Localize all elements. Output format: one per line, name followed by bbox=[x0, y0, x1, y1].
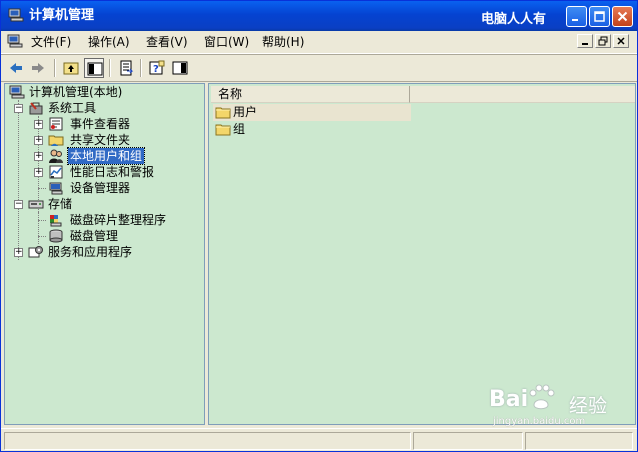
menu-help[interactable]: 帮助(H) bbox=[259, 34, 307, 50]
close-icon bbox=[617, 11, 628, 22]
menu-view[interactable]: 查看(V) bbox=[143, 34, 191, 50]
status-panel-2 bbox=[413, 432, 523, 450]
menu-window[interactable]: 窗口(W) bbox=[201, 34, 252, 50]
performance-icon bbox=[49, 165, 63, 179]
event-viewer-icon bbox=[49, 117, 63, 131]
column-header-name[interactable]: 名称 bbox=[211, 86, 410, 103]
menu-bar: 文件(F) 操作(A) 查看(V) 窗口(W) 帮助(H) bbox=[1, 31, 637, 54]
expand-toggle[interactable]: + bbox=[34, 168, 43, 177]
toolbar-separator bbox=[109, 59, 111, 77]
baidu-watermark: Bai 经验 jingyan.baidu.com bbox=[489, 383, 629, 429]
maximize-icon bbox=[594, 11, 605, 22]
column-header-empty bbox=[410, 86, 635, 103]
toolbar-separator bbox=[54, 59, 56, 77]
svg-text:?: ? bbox=[153, 64, 159, 75]
action-pane-icon bbox=[172, 61, 188, 75]
mdi-close-button[interactable] bbox=[613, 34, 629, 48]
minimize-button[interactable] bbox=[566, 6, 587, 27]
window-title: 计算机管理 bbox=[29, 8, 95, 23]
tree-label-defrag: 磁盘碎片整理程序 bbox=[70, 213, 167, 227]
close-icon bbox=[617, 37, 625, 45]
tree-label-perf-logs: 性能日志和警报 bbox=[70, 165, 155, 179]
shared-folder-icon bbox=[48, 135, 64, 146]
status-panel-main bbox=[4, 432, 411, 450]
toolbox-icon bbox=[29, 102, 43, 115]
folder-icon bbox=[215, 124, 231, 136]
users-icon bbox=[49, 149, 63, 163]
mdi-computer-icon[interactable] bbox=[7, 34, 23, 48]
console-tree-pane[interactable]: 计算机管理(本地) − 系统工具 + 事件查看器 + 共享文件夹 + 本地用户和… bbox=[4, 83, 205, 425]
defrag-icon bbox=[50, 215, 62, 227]
maximize-button[interactable] bbox=[589, 6, 610, 27]
menu-file[interactable]: 文件(F) bbox=[28, 34, 74, 50]
mdi-restore-button[interactable] bbox=[595, 34, 611, 48]
status-bar bbox=[1, 428, 637, 451]
tree-label-shared-folders: 共享文件夹 bbox=[70, 133, 131, 147]
list-item-users[interactable]: 用户 bbox=[213, 104, 411, 121]
close-button[interactable] bbox=[612, 6, 633, 27]
device-manager-icon bbox=[49, 182, 63, 195]
tree-label-device-manager: 设备管理器 bbox=[70, 181, 131, 195]
services-apps-icon bbox=[28, 246, 43, 258]
tree-line bbox=[18, 100, 19, 260]
expand-toggle[interactable]: + bbox=[34, 120, 43, 129]
up-level-button[interactable] bbox=[61, 58, 81, 78]
tree-line bbox=[38, 220, 46, 221]
watermark-text: 电脑人人有 bbox=[481, 12, 547, 27]
export-list-button[interactable] bbox=[116, 58, 136, 78]
menu-action[interactable]: 操作(A) bbox=[85, 34, 133, 50]
help-icon: ? bbox=[149, 60, 165, 75]
forward-button[interactable] bbox=[28, 58, 48, 78]
computer-management-icon bbox=[8, 8, 24, 22]
back-button[interactable] bbox=[6, 58, 26, 78]
tree-label-event-viewer: 事件查看器 bbox=[70, 117, 131, 131]
tree-label-storage: 存储 bbox=[48, 197, 73, 211]
toolbar: ? bbox=[1, 54, 637, 82]
folder-icon bbox=[215, 107, 231, 119]
list-item-label: 用户 bbox=[233, 105, 258, 119]
storage-icon bbox=[28, 200, 44, 209]
baidu-jingyan-text: 经验 bbox=[569, 395, 608, 417]
tree-line bbox=[38, 188, 46, 189]
mdi-minimize-button[interactable] bbox=[577, 34, 593, 48]
minimize-icon bbox=[572, 19, 578, 21]
up-folder-icon bbox=[63, 62, 79, 75]
collapse-toggle[interactable]: − bbox=[14, 200, 23, 209]
title-bar[interactable]: 计算机管理 电脑人人有 bbox=[1, 1, 637, 31]
export-list-icon bbox=[120, 60, 134, 76]
computer-icon bbox=[9, 85, 25, 99]
show-hide-tree-button[interactable] bbox=[84, 58, 104, 78]
expand-toggle[interactable]: + bbox=[14, 248, 23, 257]
tree-line bbox=[38, 212, 39, 244]
baidu-url-text: jingyan.baidu.com bbox=[493, 416, 586, 427]
back-arrow-icon bbox=[10, 63, 22, 73]
restore-icon bbox=[598, 36, 608, 46]
window: 计算机管理 电脑人人有 文件(F) 操作(A) 查看(V) 窗口(W) 帮助(H… bbox=[0, 0, 638, 452]
tree-label-local-users-groups: 本地用户和组 bbox=[66, 147, 146, 165]
expand-toggle[interactable]: + bbox=[34, 152, 43, 161]
status-panel-3 bbox=[525, 432, 633, 450]
list-item-groups[interactable]: 组 bbox=[213, 121, 411, 138]
collapse-toggle[interactable]: − bbox=[14, 104, 23, 113]
help-button[interactable]: ? bbox=[147, 58, 167, 78]
paw-logo-icon bbox=[529, 384, 555, 410]
details-pane[interactable]: 名称 用户 组 bbox=[208, 83, 636, 425]
forward-arrow-icon bbox=[32, 63, 44, 73]
tree-label-disk-management: 磁盘管理 bbox=[70, 229, 119, 243]
show-hide-action-pane-button[interactable] bbox=[170, 58, 190, 78]
tree-label-system-tools: 系统工具 bbox=[48, 101, 97, 115]
expand-toggle[interactable]: + bbox=[34, 136, 43, 145]
minimize-icon bbox=[582, 43, 588, 45]
list-item-label: 组 bbox=[233, 122, 246, 136]
tree-line bbox=[38, 236, 46, 237]
console-tree-icon bbox=[87, 62, 103, 76]
tree-label-services-apps: 服务和应用程序 bbox=[48, 245, 133, 259]
baidu-brand-text: Bai bbox=[489, 387, 529, 412]
disk-management-icon bbox=[49, 229, 63, 243]
toolbar-separator bbox=[140, 59, 142, 77]
tree-label-root: 计算机管理(本地) bbox=[29, 85, 123, 99]
